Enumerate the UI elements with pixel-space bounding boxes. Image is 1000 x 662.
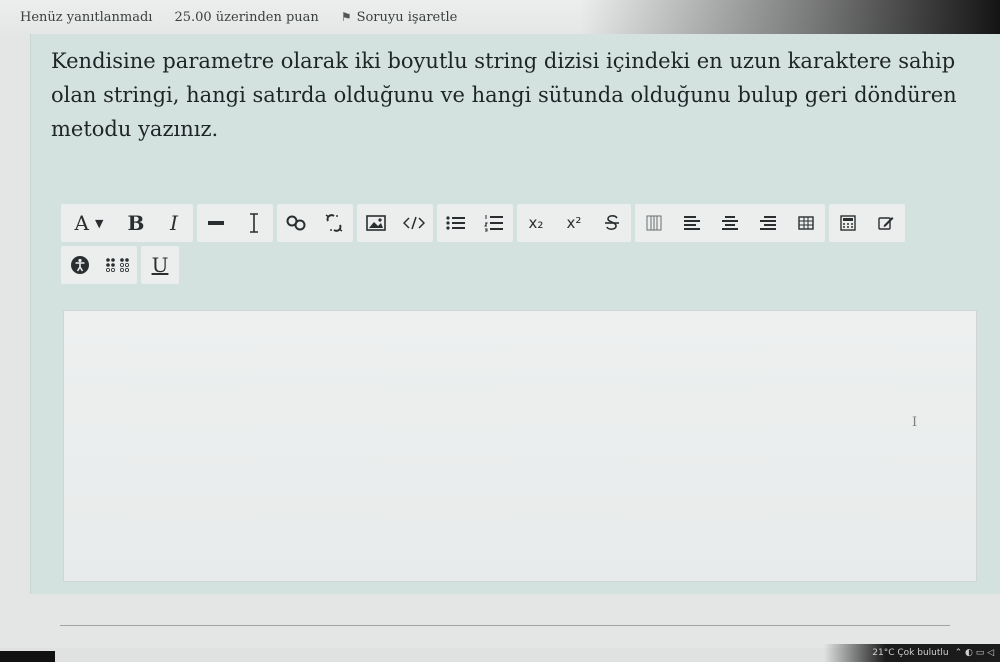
toolbar-group-link (277, 204, 353, 242)
tray-icons: ⌃ ◐ ▭ ◁ (954, 648, 994, 658)
flag-icon: ⚑ (340, 10, 352, 24)
editor-toolbar: A ▼ B I x₂ x² U (61, 204, 941, 288)
bullet-list-button[interactable] (437, 204, 475, 242)
toolbar-group-underline: U (141, 246, 179, 284)
taskbar-start (0, 651, 55, 662)
link-button[interactable] (277, 204, 315, 242)
toolbar-group-align (635, 204, 825, 242)
toolbar-group-script: x₂ x² (517, 204, 631, 242)
cursor-text-icon (250, 213, 258, 233)
screenreader-helper-button[interactable] (99, 246, 137, 284)
table-columns-button[interactable] (635, 204, 673, 242)
strikethrough-icon (605, 215, 619, 230)
flag-question-link[interactable]: ⚑ Soruyu işaretle (341, 10, 458, 25)
align-right-icon (760, 216, 776, 230)
underline-button[interactable]: U (141, 246, 179, 284)
flag-question-label: Soruyu işaretle (356, 9, 458, 25)
equation-button[interactable] (829, 204, 867, 242)
horizontal-rule-icon (208, 221, 224, 225)
image-icon (366, 215, 386, 231)
accessibility-icon (71, 256, 89, 274)
text-cursor-icon: I (912, 415, 918, 430)
toolbar-group-tools (829, 204, 905, 242)
code-icon (403, 216, 425, 230)
align-left-button[interactable] (673, 204, 711, 242)
horizontal-rule-button[interactable] (197, 204, 235, 242)
toolbar-group-lists (437, 204, 513, 242)
edit-icon (878, 217, 894, 230)
answer-editor[interactable]: I (63, 310, 977, 582)
align-center-icon (722, 216, 738, 230)
subscript-icon: x₂ (528, 214, 544, 232)
chevron-down-icon: ▼ (94, 216, 104, 230)
cursor-text-button[interactable] (235, 204, 273, 242)
code-button[interactable] (395, 204, 433, 242)
footer-divider (60, 625, 950, 626)
toolbar-row-1: A ▼ B I x₂ x² (61, 204, 941, 242)
align-center-button[interactable] (711, 204, 749, 242)
bold-button[interactable]: B (117, 204, 155, 242)
italic-button[interactable]: I (155, 204, 193, 242)
superscript-icon: x² (566, 214, 582, 232)
calculator-icon (840, 215, 856, 231)
question-text: Kendisine parametre olarak iki boyutlu s… (51, 49, 957, 142)
unlink-icon (325, 214, 343, 232)
toolbar-group-accessibility (61, 246, 137, 284)
table-columns-icon (646, 215, 662, 231)
weather-status: 21°C Çok bulutlu (872, 648, 949, 658)
toolbar-group-media (357, 204, 433, 242)
strikethrough-button[interactable] (593, 204, 631, 242)
edit-button[interactable] (867, 204, 905, 242)
link-icon (286, 215, 306, 231)
toolbar-group-insert (197, 204, 273, 242)
font-menu-label: A (74, 211, 89, 235)
font-menu-button[interactable]: A ▼ (61, 204, 117, 242)
unlink-button[interactable] (315, 204, 353, 242)
table-icon (798, 216, 814, 230)
align-right-button[interactable] (749, 204, 787, 242)
question-info-bar: Henüz yanıtlanmadı 25.00 üzerinden puan … (0, 0, 1000, 34)
numbered-list-button[interactable] (475, 204, 513, 242)
numbered-list-icon (484, 215, 503, 232)
toolbar-row-2: U (61, 246, 941, 284)
align-left-icon (684, 216, 700, 230)
taskbar-tray: 21°C Çok bulutlu ⌃ ◐ ▭ ◁ (824, 644, 1000, 662)
insert-table-button[interactable] (787, 204, 825, 242)
insert-image-button[interactable] (357, 204, 395, 242)
question-panel: Kendisine parametre olarak iki boyutlu s… (30, 34, 1000, 594)
braille-icon (105, 258, 129, 272)
italic-icon: I (170, 211, 178, 235)
toolbar-group-format: A ▼ B I (61, 204, 193, 242)
bullet-list-icon (446, 216, 465, 230)
accessibility-checker-button[interactable] (61, 246, 99, 284)
answer-status: Henüz yanıtlanmadı (20, 9, 153, 25)
subscript-button[interactable]: x₂ (517, 204, 555, 242)
superscript-button[interactable]: x² (555, 204, 593, 242)
question-points: 25.00 üzerinden puan (174, 9, 319, 25)
underline-icon: U (151, 253, 169, 277)
bold-icon: B (127, 211, 145, 235)
